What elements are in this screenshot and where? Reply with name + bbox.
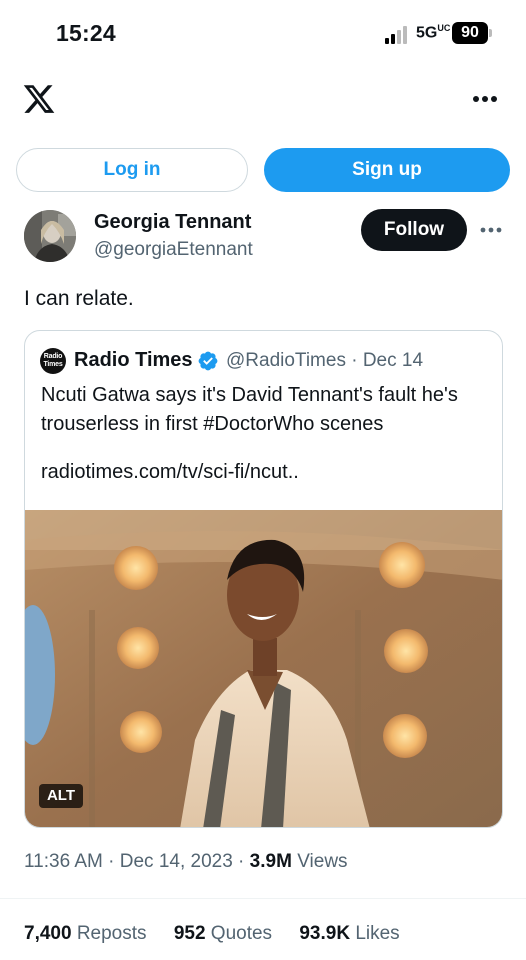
avatar[interactable]: [24, 210, 76, 262]
quoted-tweet-card[interactable]: Radio Times Radio Times @RadioTimes · De…: [24, 330, 503, 828]
likes-count: 93.9K: [299, 923, 351, 944]
more-horizontal-icon[interactable]: [470, 92, 500, 106]
signal-icon: [385, 26, 411, 44]
quotes-label: Quotes: [205, 923, 273, 944]
quotes-stat[interactable]: 952 Quotes: [174, 923, 272, 944]
divider: [0, 898, 526, 899]
tweet-text: I can relate.: [24, 287, 134, 310]
tweet-timestamp[interactable]: 11:36 AM · Dec 14, 2023 ·: [24, 851, 250, 872]
alt-badge[interactable]: ALT: [39, 784, 83, 808]
quoted-meta: @RadioTimes · Dec 14: [226, 350, 424, 371]
reposts-label: Reposts: [71, 923, 147, 944]
reposts-count: 7,400: [24, 923, 72, 944]
author-handle[interactable]: @georgiaEtennant: [94, 239, 253, 261]
x-logo-icon[interactable]: [22, 82, 56, 116]
battery-cap: [489, 29, 492, 37]
quoted-link[interactable]: radiotimes.com/tv/sci-fi/ncut..: [41, 461, 299, 484]
login-button[interactable]: Log in: [16, 148, 248, 192]
signup-button[interactable]: Sign up: [264, 148, 510, 192]
quoted-author-name: Radio Times: [74, 349, 193, 371]
status-bar: 15:24 5GUC 90: [0, 0, 526, 70]
views-count: 3.9M: [249, 851, 292, 872]
network-label: 5GUC: [416, 23, 451, 42]
reposts-stat[interactable]: 7,400 Reposts: [24, 923, 147, 944]
author-name[interactable]: Georgia Tennant: [94, 211, 251, 234]
verified-badge-icon: [198, 351, 218, 371]
likes-stat[interactable]: 93.9K Likes: [299, 923, 399, 944]
quoted-avatar-text-2: Times: [43, 361, 63, 368]
tweet-timestamp-row: 11:36 AM · Dec 14, 2023 · 3.9M Views: [24, 851, 348, 873]
quoted-media-image[interactable]: ALT: [25, 510, 502, 827]
follow-button[interactable]: Follow: [361, 209, 467, 251]
quoted-avatar: Radio Times: [40, 348, 66, 374]
views-label: Views: [291, 851, 348, 872]
quoted-text: Ncuti Gatwa says it's David Tennant's fa…: [41, 384, 458, 435]
engagement-stats: 7,400 Reposts 952 Quotes 93.9K Likes: [24, 923, 422, 945]
media-photo: [25, 510, 502, 827]
likes-label: Likes: [350, 923, 400, 944]
status-time: 15:24: [56, 20, 116, 46]
battery-icon: 90: [452, 22, 488, 44]
quotes-count: 952: [173, 923, 206, 944]
quoted-avatar-text-1: Radio: [43, 353, 63, 360]
tweet-more-icon[interactable]: [478, 224, 504, 236]
avatar-photo: [24, 210, 76, 262]
